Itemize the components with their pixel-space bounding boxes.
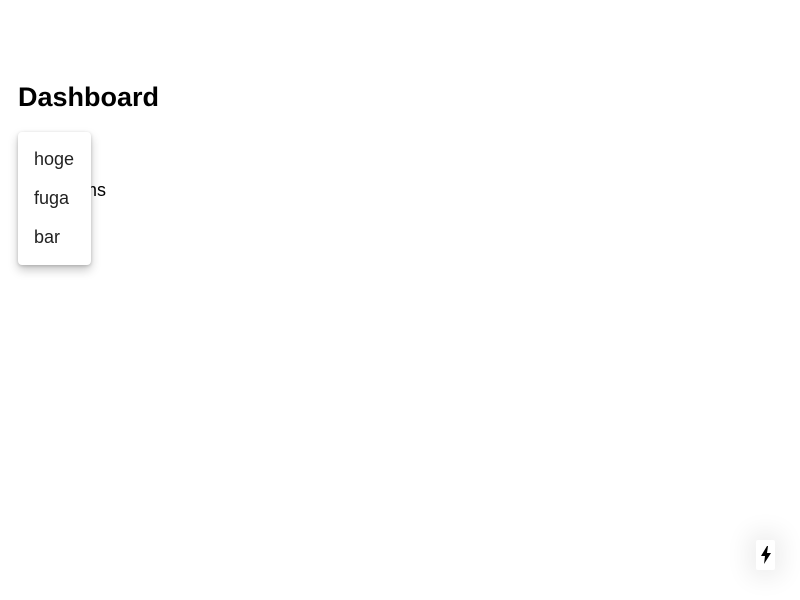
lightning-icon xyxy=(760,546,771,564)
dropdown-menu: hoge fuga bar xyxy=(18,132,91,265)
menu-item-hoge[interactable]: hoge xyxy=(18,140,91,179)
page: Dashboard ms hoge fuga bar xyxy=(0,0,800,600)
lightning-button[interactable] xyxy=(756,540,775,570)
page-title: Dashboard xyxy=(18,82,160,112)
menu-item-fuga[interactable]: fuga xyxy=(18,179,91,218)
menu-item-bar[interactable]: bar xyxy=(18,218,91,257)
